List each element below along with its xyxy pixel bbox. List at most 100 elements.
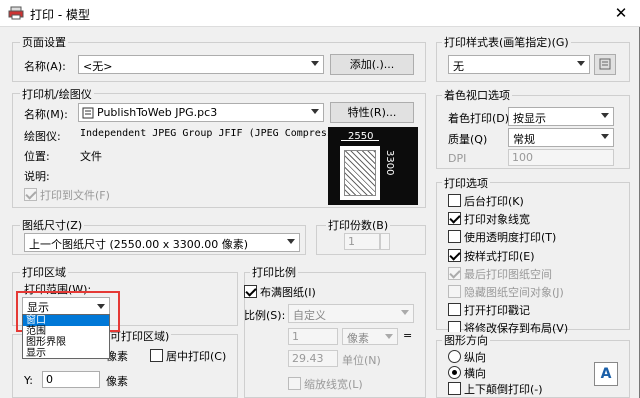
scale-denominator-input[interactable]: 29.43 <box>288 350 338 367</box>
preview-height-label: 3300 <box>384 150 395 176</box>
plot-range-combo[interactable]: 显示 <box>22 297 110 315</box>
plot-option-checkbox[interactable] <box>448 194 461 207</box>
scale-numerator-input[interactable]: 1 <box>288 328 338 345</box>
orientation-preview-icon: A <box>594 362 618 386</box>
chevron-down-icon <box>287 239 295 244</box>
scale-units-label: 单位(N) <box>342 354 381 367</box>
printer-heading: 打印机/绘图仪 <box>20 86 94 102</box>
quality-combo[interactable]: 常规 <box>508 128 614 147</box>
printer-name-value: PublishToWeb JPG.pc3 <box>97 106 218 119</box>
shade-plot-value: 按显示 <box>513 112 546 125</box>
plot-option-checkbox[interactable] <box>448 267 461 280</box>
plot-option-checkbox[interactable] <box>448 230 461 243</box>
dpi-input[interactable]: 100 <box>508 149 614 166</box>
chevron-down-icon <box>311 61 319 66</box>
edit-style-button[interactable] <box>594 54 616 75</box>
paper-hatch <box>344 150 376 196</box>
dropdown-option-extents[interactable]: 范围 <box>23 326 109 337</box>
portrait-radio[interactable] <box>448 350 461 363</box>
fit-to-paper-checkbox[interactable] <box>244 285 257 298</box>
landscape-radio[interactable] <box>448 366 461 379</box>
printer-name-label: 名称(M): <box>24 108 68 121</box>
plot-option-label: 最后打印图纸空间 <box>464 268 552 281</box>
shade-plot-label: 着色打印(D) <box>448 112 510 125</box>
page-setup-name-combo[interactable]: <无> <box>78 55 324 74</box>
plot-option-checkbox[interactable] <box>448 249 461 262</box>
quality-value: 常规 <box>513 133 535 146</box>
upside-down-checkbox[interactable] <box>448 382 461 395</box>
scale-unit-combo[interactable]: 像素 <box>342 328 398 345</box>
printer-icon <box>8 6 24 20</box>
scale-value: 自定义 <box>293 309 326 322</box>
page-setup-heading: 页面设置 <box>20 34 68 50</box>
width-dimension-line <box>341 140 379 141</box>
page-setup-name-label: 名称(A): <box>24 60 66 73</box>
chevron-down-icon <box>601 134 609 139</box>
plot-range-value: 显示 <box>27 301 49 314</box>
paper-size-combo[interactable]: 上一个图纸尺寸 (2550.00 x 3300.00 像素) <box>24 233 300 252</box>
chevron-down-icon <box>311 109 319 114</box>
plotter-value: Independent JPEG Group JFIF (JPEG Compre… <box>80 128 357 139</box>
add-button[interactable]: 添加(.)... <box>330 54 414 75</box>
fit-to-paper-label: 布满图纸(I) <box>260 286 316 299</box>
title-bar <box>0 0 640 27</box>
portrait-label: 纵向 <box>464 351 486 364</box>
plot-area-heading: 打印区域 <box>20 264 68 280</box>
plot-range-dropdown: 窗口 范围 图形界限 显示 <box>22 314 110 359</box>
scale-combo[interactable]: 自定义 <box>288 304 414 323</box>
plot-option-label: 按样式打印(E) <box>464 250 535 263</box>
plot-style-value: 无 <box>453 60 464 73</box>
plot-option-checkbox[interactable] <box>448 285 461 298</box>
scale-lineweights-label: 缩放线宽(L) <box>304 378 363 391</box>
dropdown-option-display[interactable]: 显示 <box>23 348 109 359</box>
copies-heading: 打印份数(B) <box>326 217 391 233</box>
location-value: 文件 <box>80 150 102 163</box>
plot-option-label: 后台打印(K) <box>464 195 524 208</box>
plot-option-label: 打印对象线宽 <box>464 213 530 226</box>
list-edit-icon <box>599 58 611 70</box>
y-offset-input[interactable]: 0 <box>42 371 100 388</box>
equals-sign: = <box>403 329 413 342</box>
plot-options-heading: 打印选项 <box>442 175 490 191</box>
plotter-label: 绘图仪: <box>24 130 61 143</box>
center-plot-label: 居中打印(C) <box>166 350 227 363</box>
chevron-down-icon <box>577 61 585 66</box>
scale-unit-value: 像素 <box>347 332 369 345</box>
shaded-viewport-heading: 着色视口选项 <box>442 87 512 103</box>
landscape-label: 横向 <box>464 367 486 380</box>
window-title: 打印 - 模型 <box>30 8 90 22</box>
copies-spinner[interactable] <box>380 233 390 250</box>
print-to-file-checkbox[interactable] <box>24 188 37 201</box>
paper-size-value: 上一个图纸尺寸 (2550.00 x 3300.00 像素) <box>29 238 249 251</box>
plot-style-combo[interactable]: 无 <box>448 55 590 74</box>
printer-name-combo[interactable]: PublishToWeb JPG.pc3 <box>78 103 324 122</box>
scale-lineweights-checkbox[interactable] <box>288 377 301 390</box>
dropdown-option-window[interactable]: 窗口 <box>23 315 109 326</box>
properties-button[interactable]: 特性(R)... <box>330 102 414 123</box>
center-plot-checkbox[interactable] <box>150 349 163 362</box>
shade-plot-combo[interactable]: 按显示 <box>508 107 614 126</box>
quality-label: 质量(Q) <box>448 133 488 146</box>
print-to-file-label: 打印到文件(F) <box>40 189 110 202</box>
page-setup-name-value: <无> <box>83 60 113 73</box>
y-unit-label: 像素 <box>106 375 128 388</box>
dropdown-option-limits[interactable]: 图形界限 <box>23 337 109 348</box>
paper-size-heading: 图纸尺寸(Z) <box>20 217 85 233</box>
close-icon[interactable]: ✕ <box>606 2 636 24</box>
copies-input[interactable]: 1 <box>344 233 380 250</box>
chevron-down-icon <box>601 113 609 118</box>
chevron-down-icon <box>401 310 409 315</box>
plot-option-label: 隐藏图纸空间对象(J) <box>464 286 564 299</box>
orientation-heading: 图形方向 <box>442 332 490 348</box>
description-label: 说明: <box>24 170 50 183</box>
plot-option-label: 打开打印戳记 <box>464 304 530 317</box>
dpi-label: DPI <box>448 152 467 165</box>
chevron-down-icon <box>385 334 393 339</box>
paper-sheet <box>340 146 380 200</box>
location-label: 位置: <box>24 150 50 163</box>
plot-scale-heading: 打印比例 <box>250 264 298 280</box>
plot-option-checkbox[interactable] <box>448 212 461 225</box>
y-offset-label: Y: <box>24 374 33 387</box>
plotter-icon <box>82 107 94 119</box>
plot-option-checkbox[interactable] <box>448 303 461 316</box>
